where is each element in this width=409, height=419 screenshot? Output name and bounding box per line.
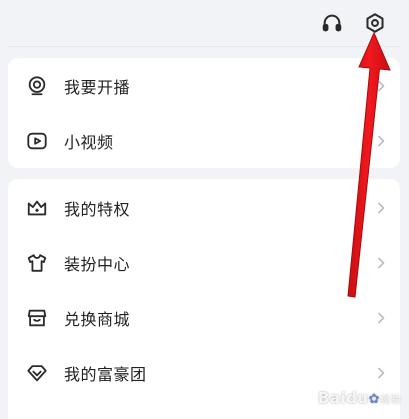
menu-item-label: 兑换商城	[64, 309, 131, 329]
menu-item-go-live[interactable]: 我要开播	[8, 58, 400, 113]
chevron-right-icon	[376, 201, 386, 215]
menu-item-label: 我要开播	[64, 77, 131, 97]
menu-item-label: 装扮中心	[64, 254, 131, 274]
menu-item-short-video[interactable]: 小视频	[8, 113, 400, 168]
chevron-right-icon	[376, 366, 386, 380]
menu-item-privileges[interactable]: 我的特权	[8, 180, 400, 235]
chevron-right-icon	[376, 134, 386, 148]
chevron-right-icon	[376, 311, 386, 325]
live-camera-icon	[25, 74, 49, 98]
settings-gear-icon[interactable]	[361, 9, 389, 37]
paw-icon: ✿	[368, 392, 380, 407]
watermark: Baidu✿经验	[318, 389, 401, 407]
headphone-icon[interactable]	[318, 9, 346, 37]
menu-item-label: 我的特权	[64, 199, 131, 219]
chevron-right-icon	[376, 79, 386, 93]
menu-card-live: 我要开播 小视频	[8, 58, 400, 168]
header-divider	[8, 46, 401, 47]
crown-icon	[25, 196, 49, 220]
watermark-brand: Baidu	[317, 389, 369, 407]
menu-card-privileges: 我的特权 装扮中心 兑换商城 我的富豪团	[8, 179, 400, 419]
menu-item-dressup-center[interactable]: 装扮中心	[8, 235, 400, 290]
menu-item-exchange-mall[interactable]: 兑换商城	[8, 290, 400, 345]
menu-item-label: 小视频	[64, 132, 114, 152]
video-play-icon	[25, 129, 49, 153]
watermark-suffix: 经验	[380, 395, 401, 406]
diamond-icon	[25, 361, 49, 385]
menu-item-label: 我的富豪团	[64, 364, 147, 384]
chevron-right-icon	[376, 256, 386, 270]
store-icon	[25, 306, 49, 330]
shirt-icon	[25, 251, 49, 275]
top-bar	[0, 0, 409, 48]
